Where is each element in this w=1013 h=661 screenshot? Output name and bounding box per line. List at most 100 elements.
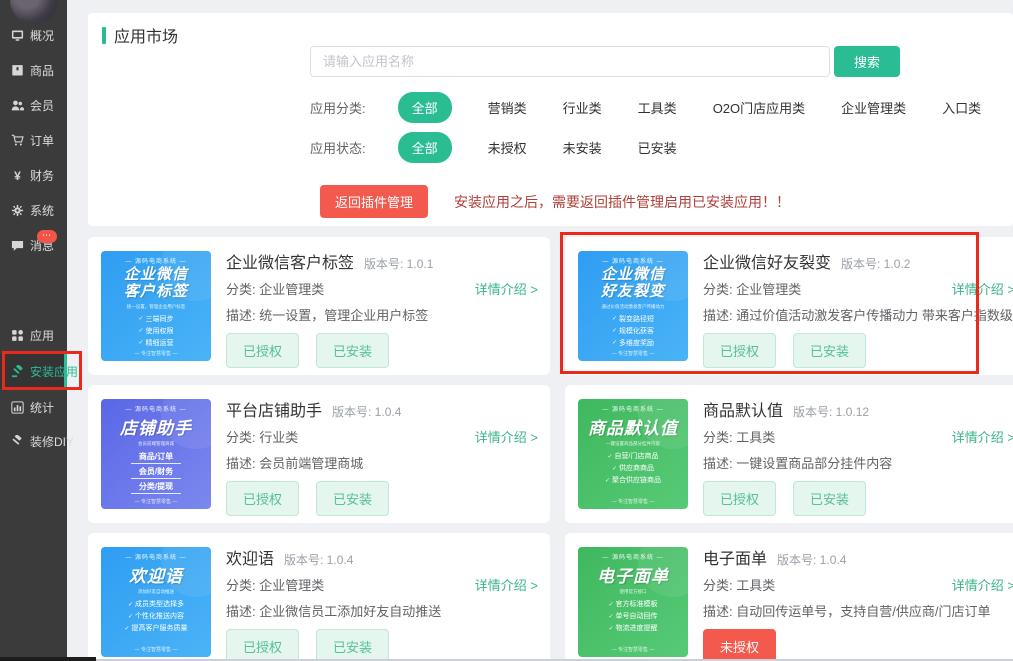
app-card[interactable]: — 源码电商系统 — 企业微信好友裂变 通过价值活动激发客户传播动力 ✓裂变路径… (565, 237, 1013, 375)
sidebar-item-概况[interactable]: 概况 (0, 18, 67, 52)
thumb-feature-item: ✓自营/门店商品 (608, 451, 659, 461)
app-status-badges: 已授权已安装 (226, 481, 389, 516)
sidebar-item-装修DIY[interactable]: 装修DIY (0, 424, 67, 458)
detail-link[interactable]: 详情介绍 > (475, 427, 538, 446)
thumb-feature-item: ✓供应商商品 (612, 463, 654, 473)
goods-icon (11, 64, 24, 77)
app-version: 版本号: 1.0.4 (284, 553, 353, 567)
thumb-footer: — 专注智慧零售 — (101, 646, 211, 653)
notice-row: 返回插件管理 安装应用之后，需要返回插件管理启用已安装应用！！ (320, 185, 790, 218)
status-option-全部[interactable]: 全部 (398, 132, 452, 163)
status-badge-未授权[interactable]: 未授权 (703, 629, 776, 661)
status-badge-已安装[interactable]: 已安装 (316, 333, 389, 368)
sidebar-item-商品[interactable]: 商品 (0, 53, 67, 87)
thumb-feature-item: ✓个性化推送内容 (128, 611, 184, 621)
install-icon (11, 365, 24, 378)
app-thumbnail: — 源码电商系统 — 店铺助手 会员前端管理商城 商品/订单会员/财务分类/提现… (101, 399, 211, 509)
filter-panel: 应用市场 搜索 应用分类: 全部营销类行业类工具类O2O门店应用类企业管理类入口… (88, 13, 1013, 226)
status-badge-已安装[interactable]: 已安装 (793, 333, 866, 368)
status-badge-已授权[interactable]: 已授权 (703, 333, 776, 368)
status-option-未安装[interactable]: 未安装 (563, 138, 602, 157)
detail-link[interactable]: 详情介绍 > (475, 279, 538, 298)
page-title-text: 应用市场 (114, 23, 178, 47)
thumb-banner: — 源码电商系统 — (578, 552, 688, 561)
category-option-工具类[interactable]: 工具类 (638, 98, 677, 117)
sidebar: 概况商品会员订单¥财务系统消息⋯ 应用安装应用统计装修DIY (0, 0, 67, 661)
status-badge-已安装[interactable]: 已安装 (316, 629, 389, 661)
status-badge-已安装[interactable]: 已安装 (793, 481, 866, 516)
detail-link[interactable]: 详情介绍 > (952, 575, 1013, 594)
status-filter-row: 应用状态: 全部未授权未安装已安装 (310, 132, 677, 163)
app-status-badges: 未授权 (703, 629, 776, 661)
sidebar-item-安装应用[interactable]: 安装应用 (0, 354, 67, 388)
app-name: 企业微信客户标签 (226, 255, 354, 272)
check-icon: ✓ (128, 601, 133, 608)
status-badge-已安装[interactable]: 已安装 (316, 481, 389, 516)
detail-link[interactable]: 详情介绍 > (952, 427, 1013, 446)
thumb-title: 店铺助手 (101, 419, 211, 438)
search-input[interactable] (310, 46, 830, 77)
category-option-行业类[interactable]: 行业类 (563, 98, 602, 117)
app-card[interactable]: — 源码电商系统 — 店铺助手 会员前端管理商城 商品/订单会员/财务分类/提现… (88, 385, 550, 523)
orders-icon (11, 134, 24, 147)
category-option-入口类[interactable]: 入口类 (942, 98, 981, 117)
sidebar-item-会员[interactable]: 会员 (0, 88, 67, 122)
app-card[interactable]: — 源码电商系统 — 商品默认值 一键设置商品部分挂件内容 ✓自营/门店商品✓供… (565, 385, 1013, 523)
thumb-feature-item: ✓官方标准模板 (608, 599, 657, 609)
page-title: 应用市场 (102, 23, 178, 47)
sidebar-item-label: 装修DIY (30, 433, 74, 450)
app-card[interactable]: — 源码电商系统 — 欢迎语 添加好友自动推送 ✓成员类型选择多✓个性化推送内容… (88, 533, 550, 661)
check-icon: ✓ (612, 315, 617, 322)
app-description: 描述: 自动回传运单号，支持自营/供应商/门店订单 (703, 601, 990, 620)
thumb-feature-item: ✓裂变路径短 (612, 314, 654, 324)
system-icon (11, 204, 24, 217)
sidebar-item-财务[interactable]: ¥财务 (0, 158, 67, 192)
members-icon (11, 99, 24, 112)
thumb-title: 欢迎语 (101, 567, 211, 586)
thumb-feature-list: ✓裂变路径短✓规模化获客✓多维度奖励 (578, 314, 688, 348)
app-name: 平台店铺助手 (226, 403, 322, 420)
thumb-subtitle: 使用官方接口 (584, 588, 683, 594)
category-option-营销类[interactable]: 营销类 (488, 98, 527, 117)
thumb-footer: — 专注智慧零售 — (578, 350, 688, 357)
app-category: 分类: 工具类 (703, 575, 775, 594)
thumb-feature-item: ✓规模化获客 (612, 326, 654, 336)
check-icon: ✓ (612, 327, 617, 334)
status-option-已安装[interactable]: 已安装 (638, 138, 677, 157)
check-icon: ✓ (605, 477, 610, 484)
check-icon: ✓ (612, 339, 617, 346)
thumb-feature-list: ✓三端同步✓使用权限✓精细运营 (101, 314, 211, 348)
status-badge-已授权[interactable]: 已授权 (226, 481, 299, 516)
search-button[interactable]: 搜索 (834, 46, 900, 77)
sidebar-item-系统[interactable]: 系统 (0, 193, 67, 227)
app-title-row: 平台店铺助手版本号: 1.0.4 (226, 397, 401, 421)
check-icon: ✓ (608, 601, 613, 608)
back-to-plugin-manager-button[interactable]: 返回插件管理 (320, 185, 428, 218)
status-badge-已授权[interactable]: 已授权 (226, 333, 299, 368)
sidebar-item-应用[interactable]: 应用 (0, 318, 67, 352)
finance-icon: ¥ (11, 169, 24, 182)
status-badge-已授权[interactable]: 已授权 (226, 629, 299, 661)
status-badge-已授权[interactable]: 已授权 (703, 481, 776, 516)
bottom-dark-strip (0, 657, 96, 661)
app-status-badges: 已授权已安装 (703, 333, 866, 368)
thumb-footer: — 专注智慧零售 — (101, 498, 211, 505)
thumb-banner: — 源码电商系统 — (101, 256, 211, 265)
app-version: 版本号: 1.0.2 (841, 257, 910, 271)
sidebar-item-统计[interactable]: 统计 (0, 390, 67, 424)
sidebar-item-消息[interactable]: 消息⋯ (0, 228, 67, 262)
app-version: 版本号: 1.0.4 (777, 553, 846, 567)
app-card[interactable]: — 源码电商系统 — 企业微信客户标签 统一设置，管理企业用户标签 ✓三端同步✓… (88, 237, 550, 375)
detail-link[interactable]: 详情介绍 > (952, 279, 1013, 298)
category-option-全部[interactable]: 全部 (398, 92, 452, 123)
status-option-未授权[interactable]: 未授权 (488, 138, 527, 157)
category-option-企业管理类[interactable]: 企业管理类 (841, 98, 906, 117)
app-version: 版本号: 1.0.12 (793, 405, 869, 419)
category-option-O2O门店应用类[interactable]: O2O门店应用类 (713, 98, 805, 117)
check-icon: ✓ (608, 453, 613, 460)
app-card[interactable]: — 源码电商系统 — 电子面单 使用官方接口 ✓官方标准模板✓单号自动回传✓物流… (565, 533, 1013, 661)
thumb-banner: — 源码电商系统 — (578, 256, 688, 265)
sidebar-item-订单[interactable]: 订单 (0, 123, 67, 157)
detail-link[interactable]: 详情介绍 > (475, 575, 538, 594)
app-description: 描述: 通过价值活动激发客户传播动力 带来客户指数级新增 (703, 305, 1013, 324)
